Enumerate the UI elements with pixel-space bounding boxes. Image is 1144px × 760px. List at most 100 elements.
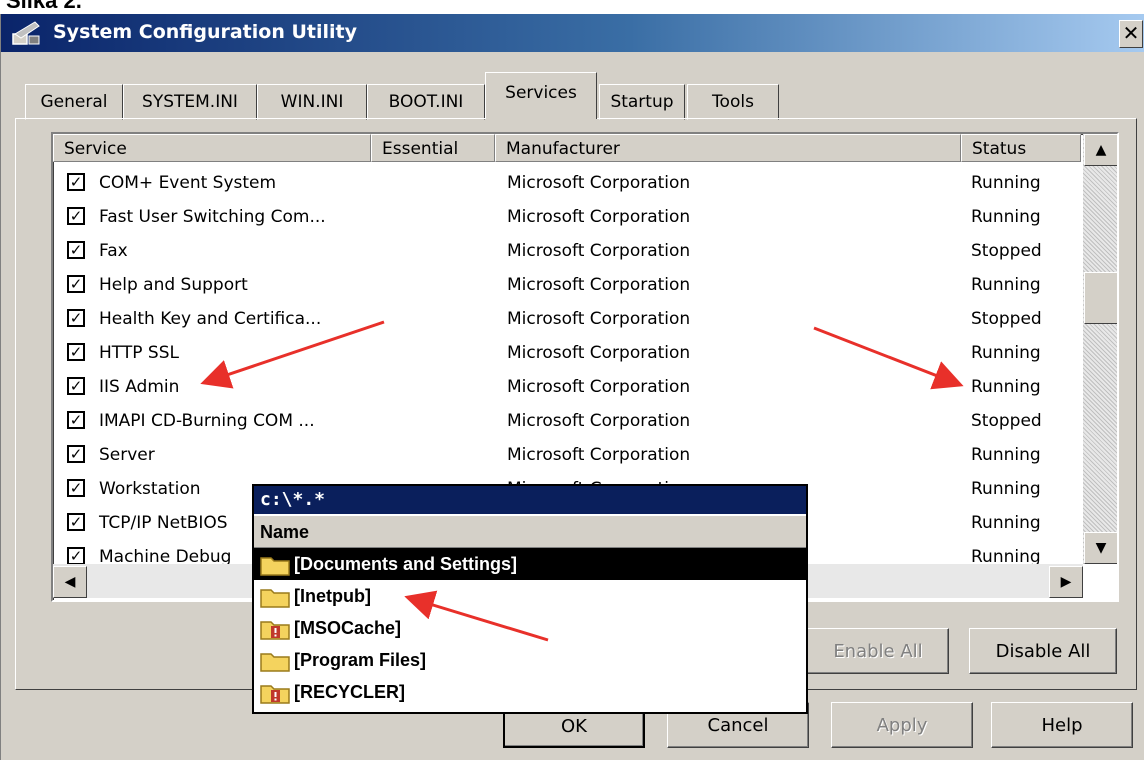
service-manufacturer: Microsoft Corporation: [507, 173, 691, 193]
folder-name: [RECYCLER]: [294, 682, 405, 702]
service-row[interactable]: ✓ IIS Admin Microsoft Corporation Runnin…: [53, 370, 1081, 404]
service-row[interactable]: ✓ COM+ Event System Microsoft Corporatio…: [53, 166, 1081, 200]
service-name: Help and Support: [99, 275, 248, 295]
service-name: Server: [99, 445, 155, 465]
service-name: Workstation: [99, 479, 201, 499]
tab-startup[interactable]: Startup: [599, 84, 685, 120]
service-row[interactable]: ✓ IMAPI CD-Burning COM ... Microsoft Cor…: [53, 404, 1081, 438]
service-status: Running: [971, 173, 1041, 193]
triangle-left-icon: ◀: [64, 574, 76, 590]
service-status: Running: [971, 275, 1041, 295]
close-button[interactable]: ✕: [1119, 20, 1143, 48]
service-checkbox[interactable]: ✓: [67, 207, 85, 225]
service-checkbox[interactable]: ✓: [67, 513, 85, 531]
service-name: TCP/IP NetBIOS: [99, 513, 228, 533]
folder-icon: [260, 653, 290, 672]
service-row[interactable]: ✓ Server Microsoft Corporation Running: [53, 438, 1081, 472]
folder-name: [MSOCache]: [294, 618, 402, 638]
list-header: Service Essential Manufacturer Status: [53, 134, 1081, 164]
tab-boot-ini[interactable]: BOOT.INI: [367, 84, 485, 120]
close-icon: ✕: [1122, 21, 1140, 45]
service-checkbox[interactable]: ✓: [67, 173, 85, 191]
triangle-right-icon: ▶: [1060, 574, 1072, 590]
help-button[interactable]: Help: [991, 702, 1133, 748]
service-name: Health Key and Certifica...: [99, 309, 322, 329]
folder-item-documents-and-settings[interactable]: [Documents and Settings]: [254, 548, 806, 580]
service-status: Running: [971, 377, 1041, 397]
apply-button[interactable]: Apply: [831, 702, 973, 748]
service-status: Running: [971, 479, 1041, 499]
folder-name: [Documents and Settings]: [294, 554, 518, 574]
popup-column-header-name[interactable]: Name: [254, 516, 806, 548]
folder-item-program-files[interactable]: [Program Files]: [254, 644, 806, 676]
service-manufacturer: Microsoft Corporation: [507, 343, 691, 363]
folder-item-msocache[interactable]: [MSOCache]: [254, 612, 806, 644]
folder-icon: [260, 589, 290, 608]
service-status: Running: [971, 513, 1041, 533]
service-name: Fax: [99, 241, 128, 261]
service-name: Fast User Switching Com...: [99, 207, 326, 227]
hidden-folder-warning-icon: [260, 621, 290, 640]
column-header-manufacturer[interactable]: Manufacturer: [495, 134, 961, 162]
service-status: Running: [971, 343, 1041, 363]
disable-all-button[interactable]: Disable All: [969, 628, 1117, 674]
file-browser-popup: c:\*.* Name [Documents and Settings] [In…: [252, 484, 808, 714]
service-checkbox[interactable]: ✓: [67, 309, 85, 327]
service-row[interactable]: ✓ Fax Microsoft Corporation Stopped: [53, 234, 1081, 268]
service-manufacturer: Microsoft Corporation: [507, 377, 691, 397]
service-name: COM+ Event System: [99, 173, 277, 193]
triangle-up-icon: ▲: [1095, 142, 1107, 158]
folder-item-recycler[interactable]: [RECYCLER]: [254, 676, 806, 708]
window-title: System Configuration Utility: [53, 21, 357, 43]
service-checkbox[interactable]: ✓: [67, 445, 85, 463]
service-status: Stopped: [971, 241, 1042, 261]
enable-all-button[interactable]: Enable All: [807, 628, 949, 674]
service-checkbox[interactable]: ✓: [67, 343, 85, 361]
scroll-right-button[interactable]: ▶: [1049, 566, 1083, 598]
service-checkbox[interactable]: ✓: [67, 275, 85, 293]
service-name: IMAPI CD-Burning COM ...: [99, 411, 315, 431]
scroll-left-button[interactable]: ◀: [53, 566, 87, 598]
service-row[interactable]: ✓ Help and Support Microsoft Corporation…: [53, 268, 1081, 302]
tab-services[interactable]: Services: [485, 72, 597, 119]
service-row[interactable]: ✓ Health Key and Certifica... Microsoft …: [53, 302, 1081, 336]
column-header-essential[interactable]: Essential: [371, 134, 495, 162]
triangle-down-icon: ▼: [1095, 540, 1107, 556]
service-manufacturer: Microsoft Corporation: [507, 275, 691, 295]
scroll-down-button[interactable]: ▼: [1084, 532, 1117, 564]
service-row[interactable]: ✓ Fast User Switching Com... Microsoft C…: [53, 200, 1081, 234]
service-name: IIS Admin: [99, 377, 180, 397]
tab-general[interactable]: General: [25, 84, 123, 120]
service-manufacturer: Microsoft Corporation: [507, 207, 691, 227]
folder-name: [Program Files]: [294, 650, 427, 670]
image-caption: Slika 2.: [6, 0, 82, 13]
service-status: Stopped: [971, 309, 1042, 329]
folder-name: [Inetpub]: [294, 586, 371, 606]
tab-win-ini[interactable]: WIN.INI: [257, 84, 367, 120]
service-row[interactable]: ✓ HTTP SSL Microsoft Corporation Running: [53, 336, 1081, 370]
service-manufacturer: Microsoft Corporation: [507, 241, 691, 261]
vertical-scrollbar[interactable]: ▲ ▼: [1083, 134, 1117, 564]
popup-path-title: c:\*.*: [254, 486, 806, 514]
tab-system-ini[interactable]: SYSTEM.INI: [123, 84, 257, 120]
service-status: Running: [971, 445, 1041, 465]
service-checkbox[interactable]: ✓: [67, 377, 85, 395]
service-manufacturer: Microsoft Corporation: [507, 309, 691, 329]
service-manufacturer: Microsoft Corporation: [507, 445, 691, 465]
service-checkbox[interactable]: ✓: [67, 547, 85, 565]
service-checkbox[interactable]: ✓: [67, 479, 85, 497]
vertical-scroll-thumb[interactable]: [1084, 272, 1117, 324]
column-header-status[interactable]: Status: [961, 134, 1081, 162]
service-checkbox[interactable]: ✓: [67, 241, 85, 259]
service-checkbox[interactable]: ✓: [67, 411, 85, 429]
service-manufacturer: Microsoft Corporation: [507, 411, 691, 431]
column-header-service[interactable]: Service: [53, 134, 371, 162]
msconfig-app-icon: [12, 21, 40, 45]
tab-tools[interactable]: Tools: [687, 84, 779, 120]
title-bar[interactable]: System Configuration Utility ✕: [1, 14, 1144, 52]
scroll-up-button[interactable]: ▲: [1084, 134, 1117, 166]
folder-icon: [260, 557, 290, 576]
service-status: Stopped: [971, 411, 1042, 431]
folder-item-inetpub[interactable]: [Inetpub]: [254, 580, 806, 612]
service-name: HTTP SSL: [99, 343, 179, 363]
